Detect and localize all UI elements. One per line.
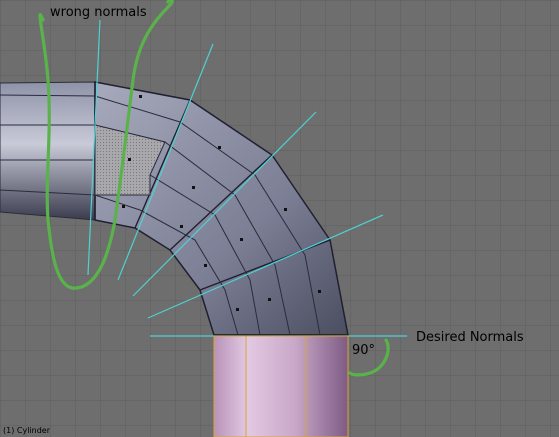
3d-viewport[interactable]: wrong normals Desired Normals 90° (1) Cy…: [0, 0, 559, 437]
viewport-scene: [0, 0, 559, 437]
object-name-label: (1) Cylinder: [3, 426, 50, 435]
